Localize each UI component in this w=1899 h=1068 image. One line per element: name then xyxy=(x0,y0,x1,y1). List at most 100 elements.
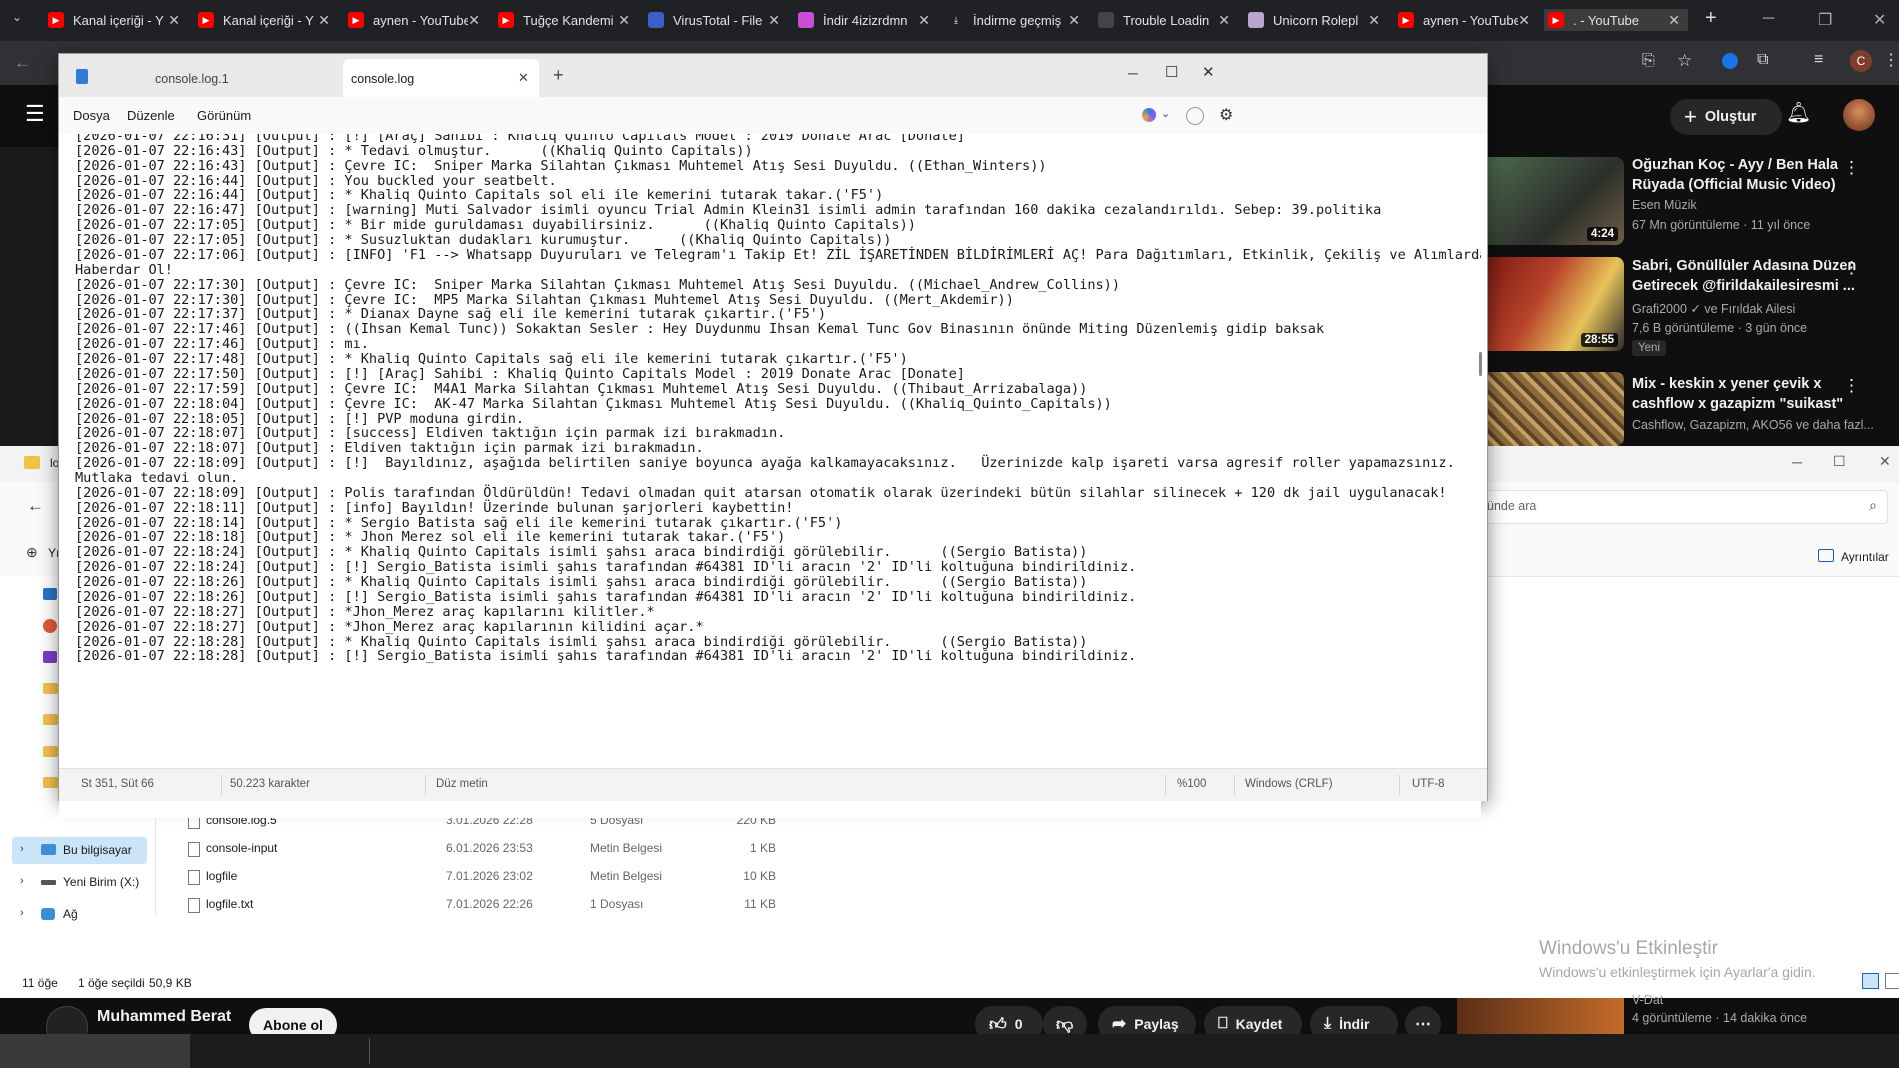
related-channel-bottom[interactable]: V-Dat xyxy=(1632,993,1663,1007)
close-tab-icon[interactable]: ✕ xyxy=(918,12,930,29)
back-icon[interactable]: ← xyxy=(14,53,31,73)
related-thumbnail-bottom[interactable] xyxy=(1457,998,1624,1034)
browser-tab[interactable]: ⤓ İndirme geçmiş ✕ xyxy=(944,9,1088,31)
chevron-down-icon[interactable]: ⌄ xyxy=(1161,107,1170,120)
notepad-menu-bar: Dosya Düzenle Görünüm ⌄ ⚙ xyxy=(59,97,1487,134)
browser-tab[interactable]: ▶ aynen - YouTube ✕ xyxy=(1394,9,1538,31)
browser-menu-icon[interactable]: ⋮ xyxy=(1883,50,1899,70)
related-title-1[interactable]: Oğuzhan Koç - Ayy / Ben Hala Rüyada (Off… xyxy=(1632,155,1857,195)
file-row[interactable]: console-input 6.01.2026 23:53 Metin Belges… xyxy=(0,836,800,862)
close-tab-icon[interactable]: ✕ xyxy=(1668,12,1680,29)
tab-console-log[interactable]: console.log ✕ xyxy=(343,59,539,97)
pictures-icon[interactable] xyxy=(43,588,57,600)
close-explorer-icon[interactable]: ✕ xyxy=(1879,453,1891,470)
hamburger-menu-icon[interactable]: ☰ xyxy=(25,101,45,127)
folder-icon[interactable] xyxy=(43,683,58,694)
related-more-icon-1[interactable]: ⋮ xyxy=(1843,158,1860,178)
bookmark-star-icon[interactable]: ☆ xyxy=(1677,51,1692,71)
related-channel-3[interactable]: Cashflow, Gazapizm, AKO56 ve daha fazl..… xyxy=(1632,418,1874,432)
new-item-icon[interactable]: ⊕ xyxy=(26,544,38,561)
close-tab-icon[interactable]: ✕ xyxy=(318,12,330,29)
folder-icon[interactable] xyxy=(43,746,58,757)
related-more-icon-3[interactable]: ⋮ xyxy=(1843,376,1860,396)
folder-icon[interactable] xyxy=(43,777,58,788)
extension-icon[interactable] xyxy=(1722,53,1738,69)
account-avatar[interactable] xyxy=(1843,99,1875,131)
minimize-browser-icon[interactable]: ─ xyxy=(1763,10,1774,28)
text-line: [2026-01-07 22:18:04] [Output] : Çevre I… xyxy=(75,395,1112,412)
related-more-icon-2[interactable]: ⋮ xyxy=(1843,258,1860,278)
videos-icon[interactable] xyxy=(43,651,57,663)
related-title-3[interactable]: Mix - keskin x yener çevik x cashflow x … xyxy=(1632,374,1857,414)
back-arrow-icon[interactable]: ← xyxy=(27,496,44,516)
cast-icon[interactable]: ⎘ xyxy=(1642,52,1655,70)
browser-tab[interactable]: ▶ Kanal içeriği - Y ✕ xyxy=(44,9,188,31)
maximize-browser-icon[interactable]: ❐ xyxy=(1818,10,1832,30)
close-tab-icon[interactable]: ✕ xyxy=(1068,12,1080,29)
profile-avatar[interactable]: C xyxy=(1850,50,1872,72)
file-row[interactable]: logfile.txt 7.01.2026 22:26 1 Dosyası 11 KB xyxy=(0,892,800,918)
close-window-icon[interactable]: ✕ xyxy=(1202,63,1215,81)
browser-tab[interactable]: Trouble Loadin ✕ xyxy=(1094,9,1238,31)
folder-icon[interactable] xyxy=(43,714,58,725)
close-browser-icon[interactable]: ✕ xyxy=(1873,10,1886,30)
channel-name[interactable]: Muhammed Berat xyxy=(97,1008,231,1026)
tab-search-button[interactable]: ⌄ xyxy=(12,10,32,30)
close-tab-icon[interactable]: ✕ xyxy=(518,70,529,86)
subscribe-label: Abone ol xyxy=(263,1017,323,1033)
line-ending[interactable]: Windows (CRLF) xyxy=(1245,778,1333,790)
close-tab-icon[interactable]: ✕ xyxy=(1368,12,1380,29)
minimize-explorer-icon[interactable]: ─ xyxy=(1792,454,1802,470)
save-label: Kaydet xyxy=(1235,1016,1283,1032)
music-icon[interactable] xyxy=(43,619,57,633)
search-box[interactable]: ünde ara ⌕ xyxy=(1486,490,1888,524)
close-tab-icon[interactable]: ✕ xyxy=(618,12,630,29)
file-row[interactable]: logfile 7.01.2026 23:02 Metin Belgesi 10 KB xyxy=(0,864,800,890)
notepad-text-area[interactable]: [2026-01-07 22:16:31] [Output] : [!] [Ar… xyxy=(59,134,1481,818)
notepad-status-bar: St 351, Süt 66 50.223 karakter Düz metin… xyxy=(59,768,1487,801)
large-icons-view-icon[interactable] xyxy=(1885,973,1899,989)
related-thumbnail-1[interactable]: 4:24 xyxy=(1486,157,1624,245)
close-tab-icon[interactable]: ✕ xyxy=(768,12,780,29)
encoding[interactable]: UTF-8 xyxy=(1412,778,1445,790)
close-tab-icon[interactable]: ✕ xyxy=(1518,12,1530,29)
related-thumbnail-2[interactable]: 28:55 xyxy=(1486,257,1624,351)
related-title-2[interactable]: Sabri, Gönüllüler Adasına Düzen Getirece… xyxy=(1632,256,1857,296)
reading-list-icon[interactable]: ≡ xyxy=(1814,51,1823,69)
notifications-bell-icon[interactable]: 🔔︎ xyxy=(1786,100,1811,125)
zoom-level[interactable]: %100 xyxy=(1177,778,1206,790)
menu-view[interactable]: Görünüm xyxy=(197,108,251,123)
close-tab-icon[interactable]: ✕ xyxy=(468,12,480,29)
maximize-icon[interactable]: ☐ xyxy=(1165,63,1178,81)
browser-tab[interactable]: İndir 4izizrdmn ✕ xyxy=(794,9,938,31)
tab-console-log-1[interactable]: console.log.1 xyxy=(99,60,343,97)
browser-tab[interactable]: ▶ Kanal içeriği - Y ✕ xyxy=(194,9,338,31)
extensions-puzzle-icon[interactable]: ⧉ xyxy=(1757,51,1768,69)
browser-tab[interactable]: ▶ aynen - YouTube ✕ xyxy=(344,9,488,31)
vertical-scrollbar-thumb[interactable] xyxy=(1479,352,1482,376)
details-view-icon[interactable] xyxy=(1862,973,1879,989)
details-pane-icon[interactable] xyxy=(1818,549,1834,562)
related-channel-2[interactable]: Grafi2000 ✓ ve Fırıldak Ailesi xyxy=(1632,301,1795,316)
new-tab-icon[interactable]: + xyxy=(553,65,564,86)
browser-tab[interactable]: VirusTotal - File ✕ xyxy=(644,9,788,31)
taskbar-item[interactable] xyxy=(0,1034,190,1068)
menu-file[interactable]: Dosya xyxy=(73,108,110,123)
create-button[interactable]: + Oluştur xyxy=(1670,99,1782,135)
account-icon[interactable] xyxy=(1186,107,1204,125)
youtube-sidebar-backdrop xyxy=(0,147,58,447)
related-channel-1[interactable]: Esen Müzik xyxy=(1632,198,1697,212)
browser-tab[interactable]: ▶ Tuğçe Kandemi ✕ xyxy=(494,9,638,31)
maximize-explorer-icon[interactable]: ☐ xyxy=(1833,453,1846,470)
close-tab-icon[interactable]: ✕ xyxy=(1218,12,1230,29)
settings-gear-icon[interactable]: ⚙ xyxy=(1219,105,1233,125)
copilot-icon[interactable] xyxy=(1142,108,1156,122)
details-pane-label[interactable]: Ayrıntılar xyxy=(1841,550,1889,564)
menu-edit[interactable]: Düzenle xyxy=(127,108,175,123)
close-tab-icon[interactable]: ✕ xyxy=(168,12,180,29)
new-tab-button[interactable]: + xyxy=(1705,7,1717,30)
browser-tab[interactable]: Unicorn Rolepl ✕ xyxy=(1244,9,1388,31)
browser-tab[interactable]: ▶ . - YouTube ✕ xyxy=(1544,9,1688,31)
related-thumbnail-3[interactable] xyxy=(1486,372,1624,446)
minimize-icon[interactable]: ─ xyxy=(1128,65,1138,81)
